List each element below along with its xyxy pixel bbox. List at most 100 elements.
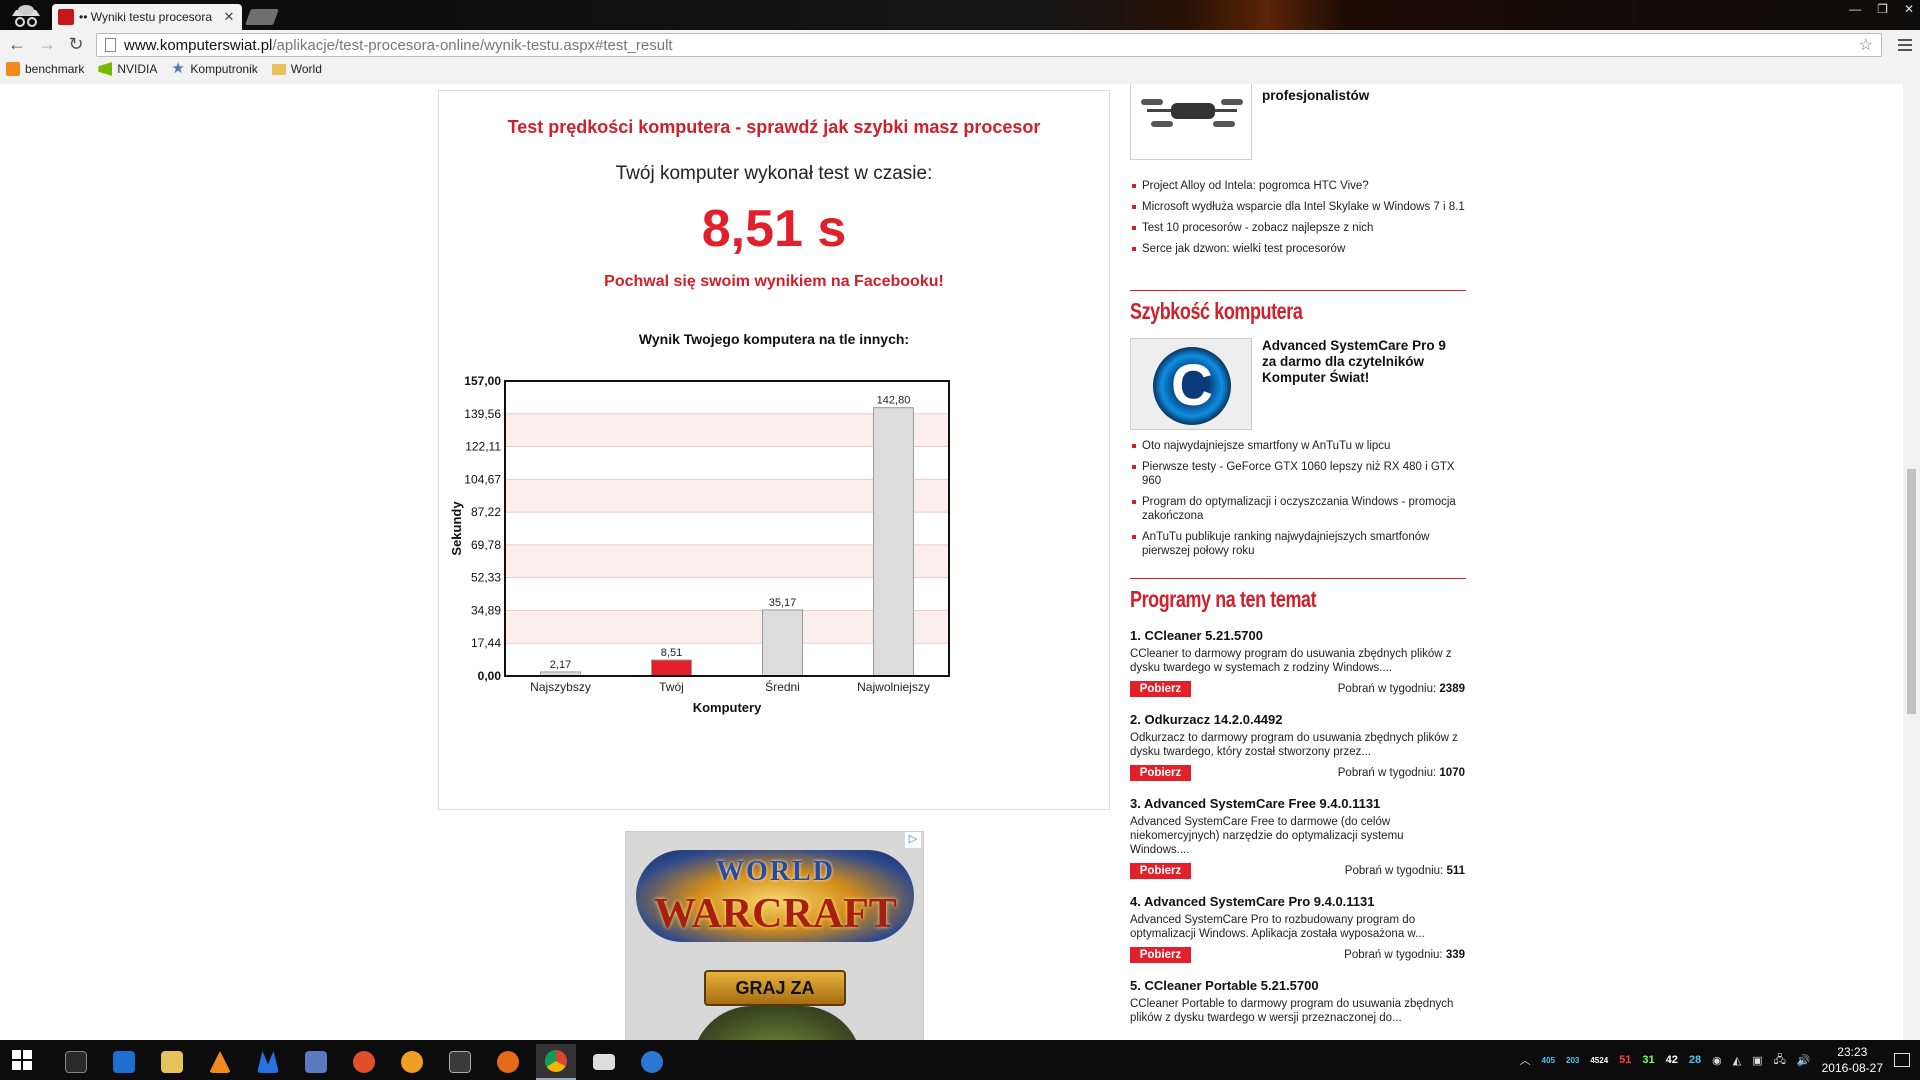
folder-icon <box>271 63 286 75</box>
url-host: www.komputerswiat.pl <box>124 36 273 54</box>
bar-value-label: 35,17 <box>769 597 797 609</box>
tray-value: 4524 <box>1590 1055 1609 1065</box>
program-title[interactable]: 3. Advanced SystemCare Free 9.4.0.1131 <box>1130 796 1465 811</box>
programs-heading[interactable]: Programy na ten temat <box>1130 586 1317 613</box>
restore-icon[interactable]: ❐ <box>1877 2 1888 16</box>
taskbar-chrome-icon[interactable] <box>536 1044 576 1080</box>
speed-articles-list: Oto najwydajniejsze smartfony w AnTuTu w… <box>1130 439 1465 565</box>
top-article-title[interactable]: Aero – dron Intela dla profesjonalistów <box>1262 84 1462 104</box>
page-scrollbar[interactable] <box>1903 84 1920 1040</box>
speed-heading[interactable]: Szybkość komputera <box>1130 298 1303 325</box>
program-title[interactable]: 5. CCleaner Portable 5.21.5700 <box>1130 978 1465 993</box>
y-tick-label: 139,56 <box>464 407 501 421</box>
bookmark-site-icon <box>6 62 20 76</box>
windows-start-icon[interactable] <box>12 1050 32 1070</box>
adchoices-icon[interactable]: ▷ <box>905 832 921 848</box>
facebook-share-link[interactable]: Pochwal się swoim wynikiem na Facebooku! <box>439 273 1109 291</box>
taskbar-media-player-icon[interactable] <box>392 1044 432 1080</box>
drone-body-icon <box>1171 103 1215 119</box>
tray-value: 405 <box>1541 1055 1555 1065</box>
list-item[interactable]: AnTuTu publikuje ranking najwydajniejszy… <box>1130 530 1465 558</box>
bookmark-label: NVIDIA <box>117 62 158 76</box>
action-center-icon[interactable] <box>1894 1053 1910 1067</box>
bar-value-label: 2,17 <box>550 659 571 671</box>
tray-value: 51 <box>1619 1054 1632 1066</box>
drone-thumbnail[interactable] <box>1130 84 1252 160</box>
x-axis-title: Komputery <box>693 700 762 715</box>
download-button[interactable]: Pobierz <box>1130 765 1191 781</box>
taskbar-mail-icon[interactable] <box>584 1044 624 1080</box>
chart-bar <box>762 609 803 677</box>
advanced-systemcare-thumbnail[interactable]: C <box>1130 338 1252 430</box>
ad-play-button[interactable]: GRAJ ZA DARMO <box>704 970 846 1030</box>
result-subtitle: Twój komputer wykonał test w czasie: <box>615 163 933 184</box>
program-title[interactable]: 1. CCleaner 5.21.5700 <box>1130 628 1465 643</box>
bookmark-star-icon[interactable]: ☆ <box>1859 35 1873 55</box>
taskbar-ccleaner-icon[interactable] <box>344 1044 384 1080</box>
program-title[interactable]: 2. Odkurzacz 14.2.0.4492 <box>1130 712 1465 727</box>
taskbar-explorer-icon[interactable] <box>152 1044 192 1080</box>
taskbar-calendar-icon[interactable] <box>56 1044 96 1080</box>
taskbar-clock[interactable]: 23:23 2016-08-27 <box>1822 1044 1883 1076</box>
program-item: 3. Advanced SystemCare Free 9.4.0.1131 A… <box>1130 796 1465 879</box>
nvidia-tray-icon[interactable]: ◭ <box>1733 1054 1741 1067</box>
back-icon[interactable]: ← <box>8 34 26 55</box>
tray-value: 31 <box>1642 1054 1655 1066</box>
list-item[interactable]: Program do optymalizacji i oczyszczania … <box>1130 495 1465 523</box>
y-tick-label: 87,22 <box>471 505 501 519</box>
result-bar-chart: 0,00 17,44 34,89 52,33 69,78 87,22 104,67 122,1… <box>449 374 950 715</box>
volume-icon[interactable]: 🔊 <box>1797 1054 1811 1067</box>
list-item[interactable]: Test 10 procesorów - zobacz najlepsze z … <box>1130 221 1465 235</box>
system-tray: ︿ 405 203 4524 51 31 42 28 ◉ ◭ ▣ 🖧 🔊 23:… <box>1520 1040 1920 1080</box>
tab-active[interactable]: •• Wyniki testu procesora ✕ <box>52 4 242 30</box>
x-category-label: Najwolniejszy <box>857 680 930 694</box>
list-item[interactable]: Pierwsze testy - GeForce GTX 1060 lepszy… <box>1130 460 1465 488</box>
address-bar[interactable]: www.komputerswiat.pl /aplikacje/test-pro… <box>96 33 1882 57</box>
bookmark-nvidia[interactable]: NVIDIA <box>98 62 157 76</box>
tray-value: 28 <box>1688 1054 1702 1066</box>
y-tick-label: 0,00 <box>478 669 502 683</box>
download-button[interactable]: Pobierz <box>1130 863 1191 879</box>
chrome-menu-icon[interactable] <box>1898 36 1912 54</box>
download-button[interactable]: Pobierz <box>1130 947 1191 963</box>
star-icon: ★ <box>171 60 185 77</box>
taskbar-malwarebytes-icon[interactable] <box>248 1044 288 1080</box>
taskbar-eos-icon[interactable] <box>440 1044 480 1080</box>
taskbar-firefox-icon[interactable] <box>488 1044 528 1080</box>
bookmark-komputronik[interactable]: ★ Komputronik <box>171 60 257 77</box>
taskbar-vlc-icon[interactable] <box>200 1044 240 1080</box>
steam-icon[interactable]: ◉ <box>1712 1054 1722 1067</box>
tray-app-icon[interactable]: ▣ <box>1752 1054 1762 1067</box>
list-item[interactable]: Project Alloy od Intela: pogromca HTC Vi… <box>1130 179 1465 193</box>
close-window-icon[interactable]: ✕ <box>1904 2 1914 16</box>
minimize-icon[interactable]: — <box>1849 2 1861 16</box>
reload-icon[interactable]: ↻ <box>68 34 84 55</box>
speed-article-title[interactable]: Advanced SystemCare Pro 9 za darmo dla c… <box>1262 338 1462 386</box>
show-hidden-icons-icon[interactable]: ︿ <box>1520 1052 1531 1068</box>
new-tab-button[interactable] <box>245 9 279 25</box>
scrollbar-thumb[interactable] <box>1907 469 1916 714</box>
bookmark-benchmark[interactable]: benchmark <box>6 62 84 76</box>
divider <box>1130 578 1466 579</box>
taskbar-security-shield-icon[interactable] <box>104 1044 144 1080</box>
list-item[interactable]: Microsoft wydłuża wsparcie dla Intel Sky… <box>1130 200 1465 214</box>
taskbar-save-disk-icon[interactable] <box>296 1044 336 1080</box>
list-item[interactable]: Oto najwydajniejsze smartfony w AnTuTu w… <box>1130 439 1465 453</box>
ad-banner[interactable]: WORLD WARCRAFT GRAJ ZA DARMO ▷ <box>625 831 924 1040</box>
rotor-icon <box>1221 99 1243 105</box>
close-tab-icon[interactable]: ✕ <box>222 9 236 25</box>
tab-strip: •• Wyniki testu procesora ✕ — ❐ ✕ <box>0 0 1920 30</box>
bookmark-folder-world[interactable]: World <box>271 62 322 76</box>
download-button[interactable]: Pobierz <box>1130 681 1191 697</box>
y-tick-label: 157,00 <box>464 374 501 388</box>
network-icon[interactable]: 🖧 <box>1774 1051 1786 1070</box>
rotor-icon <box>1141 99 1163 105</box>
program-description: CCleaner Portable to darmowy program do … <box>1130 998 1454 1024</box>
program-title[interactable]: 4. Advanced SystemCare Pro 9.4.0.1131 <box>1130 894 1465 909</box>
downloads-label: Pobrań w tygodniu: <box>1337 683 1437 695</box>
incognito-icon <box>6 2 46 28</box>
list-item[interactable]: Serce jak dzwon: wielki test procesorów <box>1130 242 1465 256</box>
forward-icon[interactable]: → <box>38 34 56 55</box>
downloads-label: Pobrań w tygodniu: <box>1344 865 1444 877</box>
taskbar-edge-icon[interactable] <box>632 1044 672 1080</box>
